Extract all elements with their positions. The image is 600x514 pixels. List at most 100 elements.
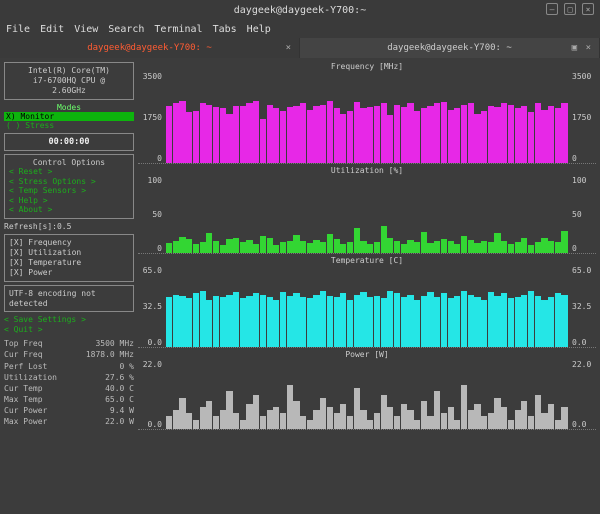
bar — [240, 298, 246, 347]
tab-close-icon[interactable]: × — [286, 43, 291, 53]
bar — [340, 114, 346, 163]
bar — [253, 395, 259, 430]
window-maximize-icon[interactable]: □ — [564, 3, 576, 15]
bar — [421, 296, 427, 347]
bar — [354, 388, 360, 429]
refresh-rate: Refresh[s]:0.5 — [4, 222, 134, 231]
bar — [173, 103, 179, 163]
menu-help[interactable]: Help — [247, 24, 271, 35]
bar — [280, 242, 286, 253]
bar — [186, 413, 192, 429]
bar — [193, 293, 199, 347]
bar — [387, 407, 393, 429]
bar — [434, 297, 440, 347]
window-minimize-icon[interactable]: – — [546, 3, 558, 15]
bar — [461, 291, 467, 347]
bar — [387, 115, 393, 163]
tab-close-icon[interactable]: × — [586, 43, 591, 53]
stat-row: Max Power22.0 W — [4, 416, 134, 427]
terminal-tab-2[interactable]: daygeek@daygeek-Y700: ~ ▣ × — [300, 38, 600, 58]
bar — [300, 103, 306, 163]
bar — [360, 108, 366, 163]
bar — [206, 233, 212, 253]
menu-terminal[interactable]: Terminal — [154, 24, 202, 35]
ctl-help[interactable]: < Help > — [9, 196, 129, 206]
chart-frequency: Frequency [MHz] 350017500 350017500 — [138, 62, 596, 164]
chart-utilization: Utilization [%] 100500 100500 — [138, 166, 596, 254]
menu-search[interactable]: Search — [108, 24, 144, 35]
bar — [555, 242, 561, 253]
bar — [474, 404, 480, 429]
bar — [374, 106, 380, 163]
bar — [240, 106, 246, 163]
bar — [381, 298, 387, 347]
bar — [226, 114, 232, 163]
save-settings[interactable]: < Save Settings > — [4, 315, 134, 325]
bar — [441, 239, 447, 253]
bar — [515, 108, 521, 163]
ctl-about[interactable]: < About > — [9, 205, 129, 215]
ctl-temp-sensors[interactable]: < Temp Sensors > — [9, 186, 129, 196]
bar — [448, 298, 454, 347]
window-close-icon[interactable]: × — [582, 3, 594, 15]
bar — [327, 296, 333, 347]
bar — [293, 401, 299, 429]
bar — [226, 239, 232, 253]
bar — [287, 241, 293, 253]
menu-file[interactable]: File — [6, 24, 30, 35]
bar — [381, 395, 387, 430]
tab-bookmark-icon[interactable]: ▣ — [572, 43, 577, 53]
bar — [474, 297, 480, 347]
bar — [407, 295, 413, 347]
y-axis: 65.032.50.0 — [138, 266, 164, 347]
terminal-tab-1[interactable]: daygeek@daygeek-Y700: ~ × — [0, 38, 300, 58]
bar — [401, 297, 407, 347]
bar — [186, 112, 192, 163]
bar — [267, 105, 273, 164]
bar — [474, 243, 480, 253]
chart-title: Temperature [C] — [138, 256, 596, 265]
bar — [233, 238, 239, 253]
bar — [347, 416, 353, 429]
mode-monitor[interactable]: X) Monitor — [4, 112, 134, 121]
toggle-frequency[interactable]: [X] Frequency — [9, 238, 129, 248]
menu-view[interactable]: View — [74, 24, 98, 35]
menu-edit[interactable]: Edit — [40, 24, 64, 35]
quit[interactable]: < Quit > — [4, 325, 134, 335]
graph-toggles: [X] Frequency [X] Utilization [X] Temper… — [4, 234, 134, 282]
menu-tabs[interactable]: Tabs — [213, 24, 237, 35]
bar — [381, 103, 387, 163]
stat-row: Cur Power9.4 W — [4, 405, 134, 416]
bar — [220, 410, 226, 429]
bar — [401, 244, 407, 253]
toggle-temperature[interactable]: [X] Temperature — [9, 258, 129, 268]
toggle-power[interactable]: [X] Power — [9, 268, 129, 278]
bar — [374, 296, 380, 347]
bar — [421, 108, 427, 163]
mode-stress[interactable]: ( ) Stress — [4, 121, 134, 130]
bar — [347, 111, 353, 163]
bar — [213, 241, 219, 253]
control-options: Control Options < Reset > < Stress Optio… — [4, 154, 134, 219]
bar — [394, 293, 400, 347]
cpu-line: i7-6700HQ CPU @ — [9, 76, 129, 86]
bar — [186, 239, 192, 253]
bar — [461, 236, 467, 253]
chart-bars — [166, 72, 568, 163]
bar — [246, 404, 252, 429]
bar — [340, 293, 346, 347]
ctl-reset[interactable]: < Reset > — [9, 167, 129, 177]
bar — [508, 420, 514, 429]
sidebar: Intel(R) Core(TM) i7-6700HQ CPU @ 2.60GH… — [4, 62, 134, 510]
chart-title: Frequency [MHz] — [138, 62, 596, 71]
toggle-utilization[interactable]: [X] Utilization — [9, 248, 129, 258]
ctl-stress-options[interactable]: < Stress Options > — [9, 177, 129, 187]
bar — [166, 243, 172, 253]
bar — [441, 413, 447, 429]
bar — [193, 111, 199, 163]
bar — [488, 413, 494, 429]
tab-label: daygeek@daygeek-Y700: ~ — [87, 43, 212, 53]
bar — [494, 107, 500, 163]
bar — [394, 105, 400, 164]
bar — [287, 296, 293, 347]
